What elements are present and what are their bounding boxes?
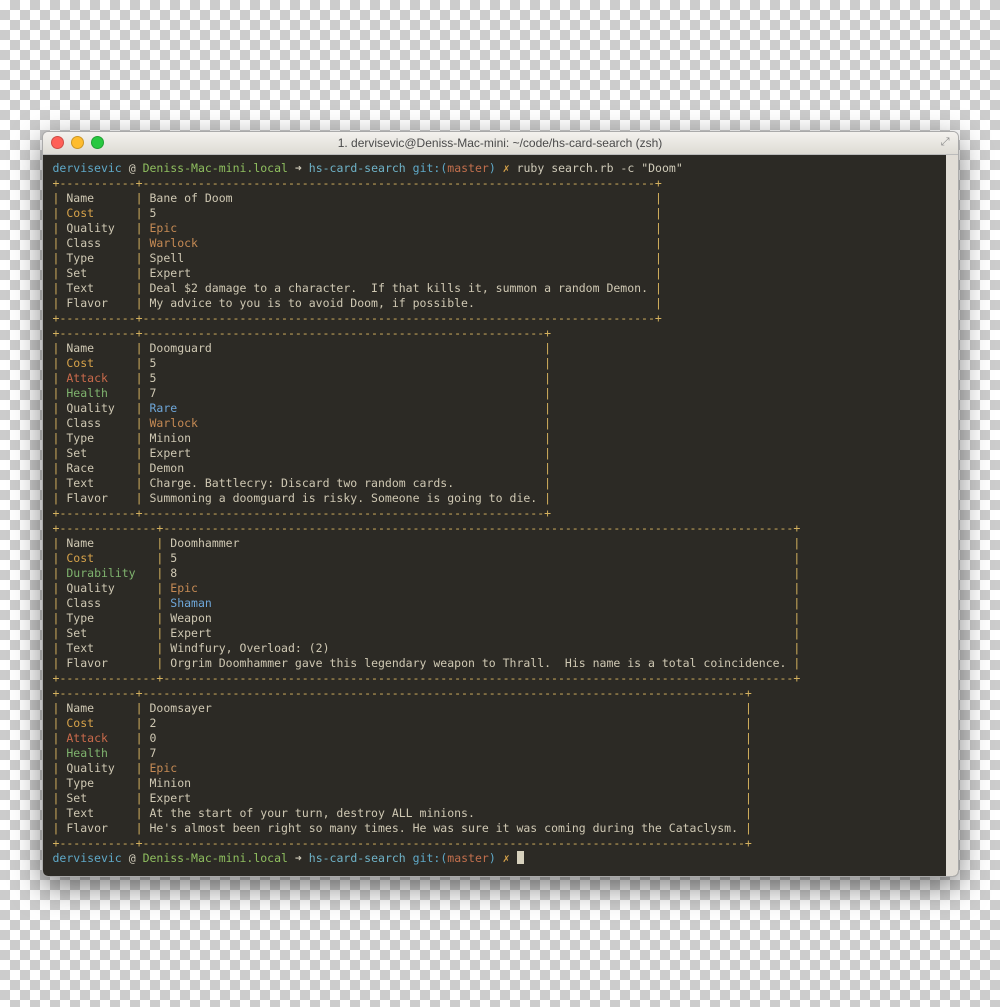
close-icon[interactable] — [51, 136, 64, 149]
zoom-icon[interactable] — [91, 136, 104, 149]
traffic-lights — [51, 136, 104, 149]
titlebar[interactable]: 1. dervisevic@Deniss-Mac-mini: ~/code/hs… — [43, 132, 958, 155]
minimize-icon[interactable] — [71, 136, 84, 149]
terminal-body[interactable]: dervisevic @ Deniss-Mac-mini.local ➜ hs-… — [43, 155, 958, 876]
terminal-window: 1. dervisevic@Deniss-Mac-mini: ~/code/hs… — [42, 131, 959, 877]
maximize-icon[interactable]: ⤢ — [941, 136, 950, 149]
window-title: 1. dervisevic@Deniss-Mac-mini: ~/code/hs… — [43, 136, 958, 150]
